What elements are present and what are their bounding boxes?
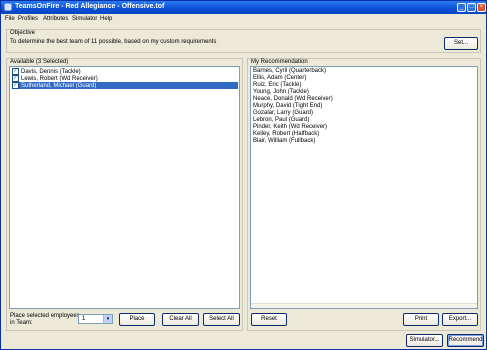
export-button[interactable]: Export... bbox=[442, 313, 478, 326]
menu-simulator[interactable]: Simulator bbox=[72, 16, 97, 22]
list-item[interactable]: Pinder, Keith (Wd Receiver) bbox=[253, 124, 327, 131]
team-select-value: 1 bbox=[82, 316, 86, 322]
print-button[interactable]: Print bbox=[403, 313, 439, 326]
list-item-label: Sutherland, Michael (Guard) bbox=[21, 83, 97, 90]
list-item[interactable]: Ellis, Adam (Center) bbox=[253, 75, 306, 82]
menu-help[interactable]: Help bbox=[100, 16, 112, 22]
select-all-button[interactable]: Select All bbox=[203, 313, 240, 326]
place-button[interactable]: Place bbox=[119, 313, 155, 326]
list-item[interactable]: Ruiz, Eric (Tackle) bbox=[253, 82, 301, 89]
set-button[interactable]: Set... bbox=[444, 37, 478, 50]
menu-file[interactable]: File bbox=[5, 16, 15, 22]
place-label-line1: Place selected employees bbox=[10, 313, 80, 319]
list-item[interactable]: ✓ Sutherland, Michael (Guard) bbox=[12, 82, 238, 89]
checkbox[interactable]: ✓ bbox=[12, 82, 19, 89]
list-item[interactable]: Gozalar, Larry (Guard) bbox=[253, 110, 313, 117]
checkbox[interactable]: ✓ bbox=[12, 75, 19, 82]
recommendation-heading: My Recommendation bbox=[251, 59, 308, 65]
app-icon bbox=[4, 3, 12, 11]
menu-bar: File Profiles Attributes Simulator Help bbox=[1, 14, 486, 25]
list-item[interactable]: Young, John (Tackle) bbox=[253, 89, 309, 96]
close-button[interactable]: × bbox=[477, 3, 486, 12]
team-select[interactable]: 1 ▾ bbox=[78, 314, 113, 324]
menu-profiles[interactable]: Profiles bbox=[18, 16, 38, 22]
list-item[interactable]: Neace, Donald (Wd Receiver) bbox=[253, 96, 333, 103]
chevron-down-icon[interactable]: ▾ bbox=[103, 315, 112, 323]
list-item[interactable]: Barnes, Cyril (Quarterback) bbox=[253, 68, 326, 75]
place-label-line2: in Team: bbox=[10, 320, 33, 326]
list-item[interactable]: ✓ Lewis, Robert (Wd Receiver) bbox=[12, 75, 245, 82]
list-item[interactable]: Kelley, Robert (Halfback) bbox=[253, 131, 319, 138]
minimize-button[interactable]: _ bbox=[457, 3, 466, 12]
simulator-button[interactable]: Simulator... bbox=[406, 334, 443, 347]
maximize-button[interactable]: □ bbox=[467, 3, 476, 12]
available-list[interactable]: ✓ Davis, Dennis (Tackle) ✓ Lewis, Robert (… bbox=[9, 66, 240, 309]
list-item[interactable]: Murphy, David (Tight End) bbox=[253, 103, 322, 110]
clear-all-button[interactable]: Clear All bbox=[162, 313, 199, 326]
available-heading: Available (3 Selected) bbox=[10, 59, 69, 65]
title-bar[interactable]: TeamsOnFire - Red Allegiance - Offensive… bbox=[1, 1, 486, 14]
objective-text: To determine the best team of 11 possibl… bbox=[10, 39, 217, 45]
reset-button[interactable]: Reset bbox=[251, 313, 287, 326]
checkbox[interactable]: ✓ bbox=[12, 68, 19, 75]
window-title: TeamsOnFire - Red Allegiance - Offensive… bbox=[15, 3, 165, 10]
list-item[interactable]: Lebron, Paul (Guard) bbox=[253, 117, 309, 124]
recommend-button[interactable]: Recommend bbox=[447, 334, 484, 347]
recommendation-list[interactable]: Barnes, Cyril (Quarterback) Ellis, Adam … bbox=[250, 66, 478, 309]
list-item[interactable]: Blair, William (Fullback) bbox=[253, 138, 315, 145]
app-window: TeamsOnFire - Red Allegiance - Offensive… bbox=[0, 0, 487, 350]
objective-heading: Objective bbox=[10, 30, 36, 36]
list-item[interactable]: ✓ Davis, Dennis (Tackle) bbox=[12, 68, 245, 75]
horizontal-scrollbar[interactable] bbox=[251, 303, 477, 308]
menu-attributes[interactable]: Attributes bbox=[43, 16, 68, 22]
